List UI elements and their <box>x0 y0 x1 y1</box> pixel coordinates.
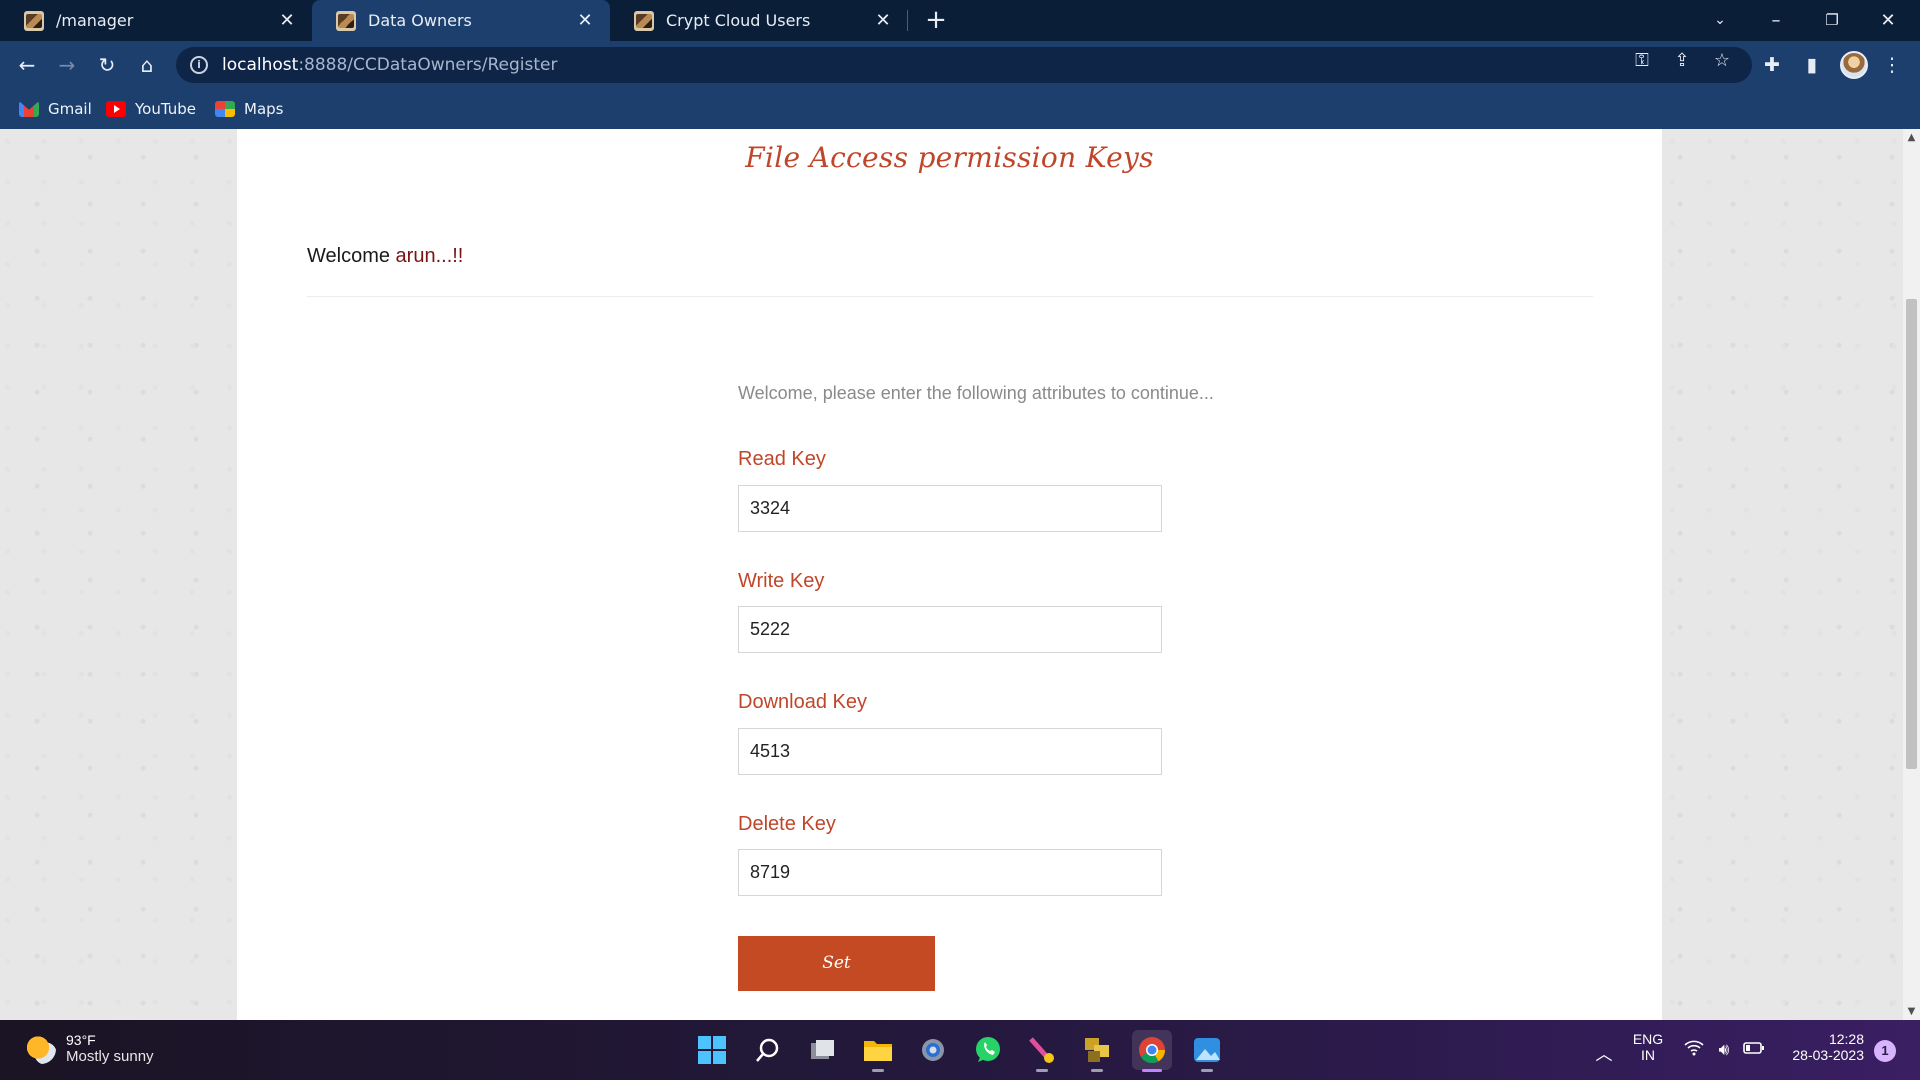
tab-divider <box>907 10 908 31</box>
content-panel: File Access permission Keys Welcome arun… <box>237 129 1662 1020</box>
extensions-puzzle-icon[interactable]: ✚ <box>1756 49 1788 81</box>
youtube-icon <box>106 101 126 117</box>
minimize-button[interactable]: – <box>1748 0 1804 41</box>
address-bar[interactable]: i localhost:8888/CCDataOwners/Register <box>176 47 1752 83</box>
site-favicon-icon <box>634 10 654 31</box>
maps-icon <box>215 101 235 117</box>
password-key-icon[interactable]: ⚿ <box>1631 50 1653 72</box>
tab-manager[interactable]: /manager ✕ <box>0 0 312 41</box>
input-language[interactable]: ENG IN <box>1628 1031 1668 1063</box>
clock-date: 28-03-2023 <box>1792 1047 1864 1063</box>
weather-temperature: 93°F <box>66 1032 96 1048</box>
whatsapp-icon[interactable] <box>968 1030 1008 1070</box>
scroll-down-arrow-icon[interactable]: ▼ <box>1903 1003 1920 1020</box>
close-icon[interactable]: ✕ <box>276 10 298 31</box>
active-indicator <box>1142 1069 1162 1072</box>
page-title: File Access permission Keys <box>745 141 1154 174</box>
username: arun...!! <box>395 245 464 267</box>
form-intro-text: Welcome, please enter the following attr… <box>738 383 1214 403</box>
running-indicator <box>1036 1069 1048 1072</box>
chrome-icon[interactable] <box>1132 1030 1172 1072</box>
delete-key-label: Delete Key <box>738 813 836 835</box>
scroll-up-arrow-icon[interactable]: ▲ <box>1903 129 1920 146</box>
restore-button[interactable]: ❐ <box>1804 0 1860 41</box>
read-key-input[interactable]: 3324 <box>738 485 1162 532</box>
bookmark-maps[interactable]: Maps <box>215 97 283 121</box>
bookmark-gmail[interactable]: Gmail <box>19 97 92 121</box>
running-indicator <box>1091 1069 1103 1072</box>
write-key-input[interactable]: 5222 <box>738 606 1162 653</box>
delete-key-input[interactable]: 8719 <box>738 849 1162 896</box>
side-panel-icon[interactable]: ▮ <box>1796 49 1828 81</box>
share-icon[interactable]: ⇪ <box>1671 50 1693 72</box>
file-explorer-icon[interactable] <box>858 1030 898 1072</box>
battery-icon[interactable] <box>1743 1040 1765 1060</box>
bookmark-label: Gmail <box>48 100 92 118</box>
url-text: localhost:8888/CCDataOwners/Register <box>222 55 558 75</box>
weather-widget[interactable]: 93°F Mostly sunny <box>26 1032 154 1065</box>
scroll-thumb[interactable] <box>1906 299 1917 769</box>
bookmark-youtube[interactable]: YouTube <box>106 97 196 121</box>
tab-title: Crypt Cloud Users <box>666 11 811 30</box>
write-key-label: Write Key <box>738 570 825 592</box>
site-info-icon[interactable]: i <box>190 56 208 74</box>
tab-title: Data Owners <box>368 11 472 30</box>
task-view-icon[interactable] <box>803 1030 843 1070</box>
clock-time: 12:28 <box>1828 1031 1864 1047</box>
close-window-button[interactable]: ✕ <box>1860 0 1916 41</box>
page-scrollbar[interactable]: ▲ ▼ <box>1903 129 1920 1020</box>
show-hidden-icons-chevron-icon[interactable]: ︿ <box>1593 1040 1615 1065</box>
search-icon[interactable] <box>748 1030 788 1070</box>
download-key-label: Download Key <box>738 691 867 713</box>
back-arrow-icon[interactable]: ← <box>11 49 43 81</box>
profile-avatar[interactable] <box>1840 51 1868 79</box>
set-button[interactable]: Set <box>738 936 935 991</box>
tab-data-owners[interactable]: Data Owners ✕ <box>312 0 610 41</box>
site-favicon-icon <box>24 10 44 31</box>
windows-start-icon[interactable] <box>692 1030 732 1070</box>
browser-toolbar: ← → ↻ ⌂ i localhost:8888/CCDataOwners/Re… <box>0 41 1920 89</box>
home-icon[interactable]: ⌂ <box>131 49 163 81</box>
menu-kebab-icon[interactable]: ⋮ <box>1876 49 1908 81</box>
volume-icon[interactable]: 🔊︎ <box>1713 1040 1735 1060</box>
tab-strip: /manager ✕ Data Owners ✕ Crypt Cloud Use… <box>0 0 1920 41</box>
running-indicator <box>872 1069 884 1072</box>
running-indicator <box>1201 1069 1213 1072</box>
tab-crypt-cloud-users[interactable]: Crypt Cloud Users ✕ <box>610 0 908 41</box>
wifi-icon[interactable] <box>1683 1040 1705 1061</box>
welcome-message: Welcome arun...!! <box>307 245 464 267</box>
divider <box>307 296 1593 297</box>
bookmarks-bar: Gmail YouTube Maps <box>0 89 1920 129</box>
page-viewport: File Access permission Keys Welcome arun… <box>0 129 1920 1020</box>
partly-sunny-icon <box>26 1033 56 1064</box>
close-icon[interactable]: ✕ <box>872 10 894 31</box>
gmail-icon <box>19 101 39 117</box>
bookmark-label: Maps <box>244 100 284 118</box>
notification-badge[interactable]: 1 <box>1874 1040 1896 1062</box>
bookmark-star-icon[interactable]: ☆ <box>1711 50 1733 72</box>
weather-condition: Mostly sunny <box>66 1048 154 1065</box>
settings-gear-icon[interactable] <box>913 1030 953 1070</box>
forward-arrow-icon[interactable]: → <box>51 49 83 81</box>
tab-search-chevron-icon[interactable]: ⌄ <box>1692 0 1748 41</box>
read-key-label: Read Key <box>738 448 826 470</box>
clock[interactable]: 12:28 28-03-2023 <box>1782 1031 1864 1063</box>
close-icon[interactable]: ✕ <box>574 10 596 31</box>
bookmark-label: YouTube <box>135 100 196 118</box>
new-tab-button[interactable]: + <box>922 6 950 34</box>
archive-app-icon[interactable] <box>1077 1030 1117 1072</box>
site-favicon-icon <box>336 10 356 31</box>
tab-title: /manager <box>56 11 134 30</box>
reload-icon[interactable]: ↻ <box>91 49 123 81</box>
photos-icon[interactable] <box>1187 1030 1227 1072</box>
paint-tool-icon[interactable] <box>1022 1030 1062 1072</box>
download-key-input[interactable]: 4513 <box>738 728 1162 775</box>
